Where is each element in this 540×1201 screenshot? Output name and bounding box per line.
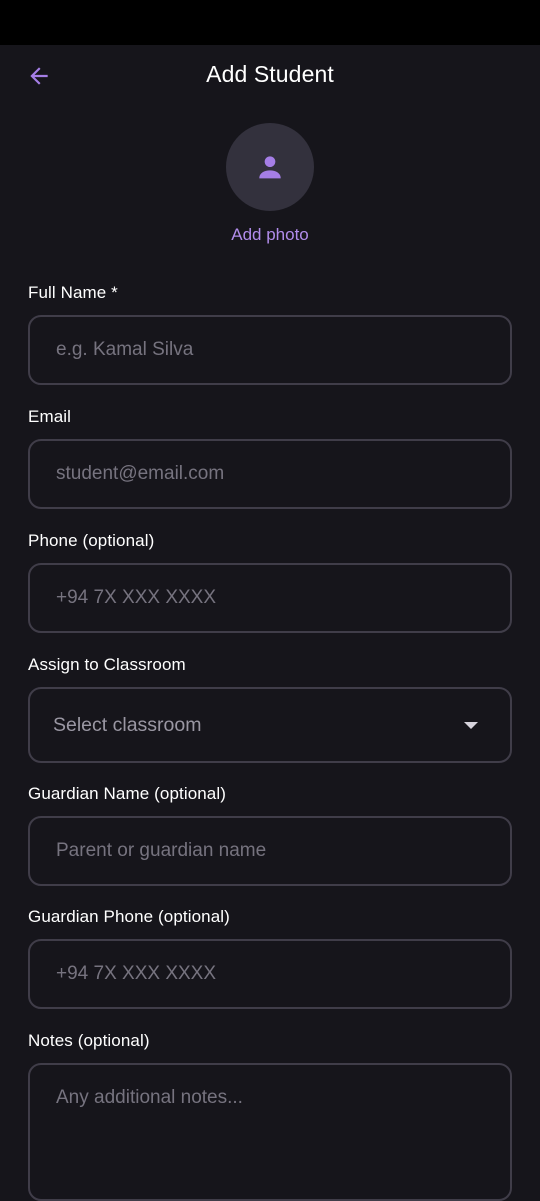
guardian-phone-field[interactable] — [28, 939, 512, 1009]
email-input[interactable] — [30, 441, 510, 507]
app-bar: Add Student — [0, 45, 540, 107]
guardian-name-field[interactable] — [28, 816, 512, 886]
notes-label: Notes (optional) — [28, 1031, 150, 1050]
email-field[interactable] — [28, 439, 512, 509]
guardian-name-input[interactable] — [30, 818, 510, 884]
person-icon — [259, 156, 281, 179]
classroom-select-value: Select classroom — [53, 714, 202, 736]
full-name-label: Full Name * — [28, 283, 118, 302]
notes-field[interactable] — [28, 1063, 512, 1201]
full-name-input[interactable] — [30, 317, 510, 383]
guardian-phone-input[interactable] — [30, 941, 510, 1007]
phone-label: Phone (optional) — [28, 531, 155, 550]
full-name-field[interactable] — [28, 315, 512, 385]
classroom-label: Assign to Classroom — [28, 655, 186, 674]
add-photo-link[interactable]: Add photo — [0, 225, 540, 245]
notes-textarea[interactable] — [30, 1065, 510, 1199]
guardian-name-label: Guardian Name (optional) — [28, 784, 226, 803]
phone-input[interactable] — [30, 565, 510, 631]
phone-field[interactable] — [28, 563, 512, 633]
avatar-photo-button[interactable] — [226, 123, 314, 211]
status-bar — [0, 0, 540, 45]
classroom-select[interactable]: Select classroom — [28, 687, 512, 763]
page-title: Add Student — [206, 61, 334, 87]
dropdown-arrow-icon — [464, 722, 478, 729]
guardian-phone-label: Guardian Phone (optional) — [28, 907, 230, 926]
email-label: Email — [28, 407, 72, 426]
